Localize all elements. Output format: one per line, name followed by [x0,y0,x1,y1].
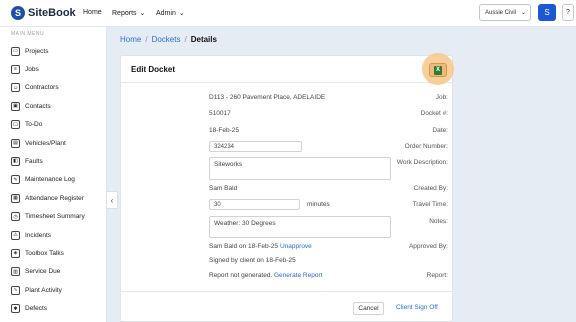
sidebar-item-label: Service Due [25,268,61,276]
wrench-icon: ✎ [11,175,20,185]
sidebar-item-maintenance-log[interactable]: ✎ Maintenance Log [11,173,75,187]
work-description-textarea[interactable]: Siteworks [209,157,391,180]
sidebar-item-label: Maintenance Log [25,176,75,184]
excel-icon: X [434,65,442,75]
logo-icon: S [11,6,25,20]
card-footer-divider [120,291,453,292]
sidebar-item-label: Vehicles/Plant [25,139,66,147]
cancel-button[interactable]: Cancel [353,302,384,315]
chevron-down-icon: ⌄ [520,10,526,16]
clock-icon: ◷ [11,212,20,222]
created-by-label: Created By: [413,185,448,192]
sidebar-item-label: Projects [25,47,49,55]
sidebar: MAIN MENU ▭ Projects ≡ Jobs ☺ Contractors ▣ Con… [0,27,107,322]
megaphone-icon: ◈ [11,248,20,258]
contact-card-icon: ▣ [11,101,20,111]
sidebar-item-label: To-Do [25,121,43,129]
client-sign-off-button[interactable]: Client Sign Off [396,304,438,311]
fault-icon: ◧ [11,156,20,166]
sidebar-item-vehicles-plant[interactable]: ▤ Vehicles/Plant [11,136,66,150]
app-name: SiteBook [28,7,76,19]
nav-admin-menu[interactable]: Admin ⌄ [156,9,185,18]
tenant-select[interactable]: Aussie Civil ⌄ [479,4,531,21]
sitebook-logo[interactable]: S SiteBook [11,6,76,20]
breadcrumb-home[interactable]: Home [120,35,141,44]
activity-icon: ∿ [11,285,20,295]
sidebar-item-contacts[interactable]: ▣ Contacts [11,99,51,113]
sidebar-item-projects[interactable]: ▭ Projects [11,44,48,58]
order-number-input[interactable]: 324234 [209,141,302,152]
help-button[interactable]: ? [562,4,574,21]
report-status: Report not generated. [209,272,273,279]
incident-icon: ⚠ [11,230,20,240]
signed-by-client: Signed by client on 18-Feb-25 [209,257,296,264]
breadcrumb-dockets[interactable]: Dockets [152,35,181,44]
notes-textarea[interactable]: Weather: 30 Degrees [209,216,391,238]
sidebar-item-defects[interactable]: ✱ Defects [11,302,47,316]
date-label: Date: [432,127,448,134]
sidebar-item-label: Contacts [25,102,51,110]
card-title: Edit Docket [131,65,176,74]
top-navbar: S SiteBook Home Reports ⌄ Admin ⌄ Aussie C… [0,0,576,27]
user-avatar-button[interactable]: S [538,4,556,21]
travel-time-input[interactable]: 30 [209,199,300,210]
todo-icon: ☐ [11,120,20,130]
docket-value: 510017 [209,110,231,117]
travel-time-label: Travel Time: [412,201,448,208]
travel-time-unit: minutes [307,201,330,208]
sidebar-item-faults[interactable]: ◧ Faults [11,154,43,168]
sidebar-item-label: Faults [25,157,43,165]
sidebar-item-label: Toolbox Talks [25,249,64,257]
approved-by-label: Approved By: [408,243,448,250]
attendance-icon: ▦ [11,193,20,203]
sidebar-item-timesheet-summary[interactable]: ◷ Timesheet Summary [11,210,85,224]
date-value: 18-Feb-25 [209,127,239,134]
sidebar-item-label: Defects [25,305,48,313]
breadcrumb-current: Details [190,35,217,44]
export-excel-button[interactable]: X [429,63,447,77]
sidebar-item-attendance-register[interactable]: ▦ Attendance Register [11,191,84,205]
order-number-label: Order Number: [404,143,448,150]
collapse-sidebar-button[interactable]: ‹ [106,191,118,209]
sidebar-item-label: Jobs [25,65,39,73]
defect-icon: ✱ [11,304,20,314]
folder-icon: ▭ [11,46,20,56]
truck-icon: ▤ [11,138,20,148]
menu-title: MAIN MENU [11,31,45,37]
sidebar-item-label: Incidents [25,231,52,239]
chevron-down-icon: ⌄ [139,10,146,17]
contractor-icon: ☺ [11,83,20,93]
sidebar-item-label: Attendance Register [25,194,84,202]
sidebar-item-label: Plant Activity [25,286,62,294]
sidebar-item-label: Contractors [25,84,59,92]
sidebar-item-plant-activity[interactable]: ∿ Plant Activity [11,283,62,297]
nav-reports-menu[interactable]: Reports ⌄ [112,9,146,18]
report-label: Report: [426,272,448,279]
docket-label: Docket #: [420,110,448,117]
job-label: Job: [435,94,448,101]
approved-by-value: Sam Bald on 18-Feb-25 [209,243,279,250]
sidebar-item-contractors[interactable]: ☺ Contractors [11,81,59,95]
list-icon: ≡ [11,64,20,74]
sidebar-item-jobs[interactable]: ≡ Jobs [11,62,39,76]
sidebar-item-label: Timesheet Summary [25,213,85,221]
calendar-icon: ▥ [11,267,20,277]
card-header: Edit Docket X [121,53,454,85]
breadcrumb: Home / Dockets / Details [120,35,217,44]
sidebar-item-incidents[interactable]: ⚠ Incidents [11,228,51,242]
breadcrumb-separator: / [145,35,148,44]
generate-report-link[interactable]: Generate Report [274,272,322,279]
chevron-down-icon: ⌄ [178,10,185,17]
unapprove-link[interactable]: Unapprove [280,243,312,250]
sidebar-item-service-due[interactable]: ▥ Service Due [11,265,60,279]
breadcrumb-separator: / [184,35,187,44]
sidebar-item-to-do[interactable]: ☐ To-Do [11,118,42,132]
created-by-value: Sam Bald [209,185,238,192]
sidebar-item-toolbox-talks[interactable]: ◈ Toolbox Talks [11,246,64,260]
nav-home[interactable]: Home [83,9,102,16]
job-value: D113 - 260 Pavement Place, ADELAIDE [209,94,326,101]
